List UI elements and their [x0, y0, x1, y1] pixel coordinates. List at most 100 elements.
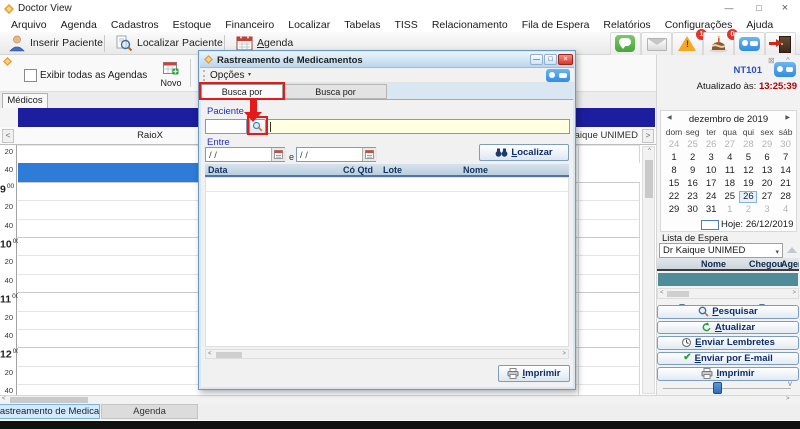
- birthdays-button[interactable]: 0: [703, 29, 738, 56]
- calendar-day[interactable]: 14: [777, 165, 795, 177]
- dialog-scroll-thumb[interactable]: [216, 351, 242, 358]
- horizontal-scrollbar[interactable]: < >: [0, 395, 800, 404]
- tab-busca-medicamentos[interactable]: Busca por Medicamentos: [284, 84, 387, 111]
- calendar-today-label[interactable]: Hoje: 26/12/2019: [721, 219, 793, 230]
- calendar-day[interactable]: 2: [739, 204, 757, 216]
- calendar-day[interactable]: 23: [684, 191, 702, 203]
- calendar-next-icon[interactable]: ▶: [785, 114, 790, 121]
- calendar-day[interactable]: 13: [758, 165, 776, 177]
- calendar-day[interactable]: 18: [721, 178, 739, 190]
- close-button[interactable]: ×: [774, 2, 796, 16]
- dialog-maximize-button[interactable]: □: [544, 54, 557, 65]
- calendar-day[interactable]: 24: [665, 139, 683, 151]
- calendar-day[interactable]: 27: [758, 191, 776, 203]
- menu-item-relacionamento[interactable]: Relacionamento: [425, 18, 515, 32]
- dialog-close-button[interactable]: ×: [558, 54, 573, 65]
- scroll-left-icon[interactable]: <: [208, 351, 212, 357]
- calendar-day[interactable]: 2: [684, 152, 702, 164]
- calendar-day[interactable]: 3: [702, 152, 720, 164]
- atualizar-button[interactable]: Atualizar: [657, 320, 799, 334]
- calendar-day[interactable]: 4: [777, 204, 795, 216]
- results-table-body[interactable]: [205, 177, 569, 347]
- patient-code-input[interactable]: [205, 119, 247, 134]
- exit-button[interactable]: [765, 32, 796, 56]
- calendar-day[interactable]: 21: [777, 178, 795, 190]
- wait-scroll-thumb[interactable]: [667, 291, 689, 297]
- bottom-tab-agenda[interactable]: Agenda: [101, 404, 198, 419]
- localizar-button[interactable]: Localizar: [479, 144, 569, 161]
- menu-item-cadastros[interactable]: Cadastros: [104, 18, 166, 32]
- wait-list-scrollbar[interactable]: < >: [657, 288, 799, 299]
- calendar-day[interactable]: 8: [665, 165, 683, 177]
- menu-item-arquivo[interactable]: Arquivo: [4, 18, 54, 32]
- maximize-button[interactable]: □: [748, 2, 770, 16]
- dialog-scrollbar[interactable]: < >: [205, 349, 569, 359]
- print-button[interactable]: Imprimir: [498, 365, 570, 382]
- doctor-dropdown[interactable]: Dr Kaique UNIMED ▾: [659, 243, 783, 258]
- dialog-contacts-icon[interactable]: [546, 69, 570, 82]
- horizontal-scroll-thumb[interactable]: [10, 397, 88, 403]
- calendar-day[interactable]: 26: [702, 139, 720, 151]
- menu-item-tabelas[interactable]: Tabelas: [337, 18, 387, 32]
- wait-list-row[interactable]: [658, 273, 798, 286]
- calendar-day[interactable]: 20: [758, 178, 776, 190]
- scroll-up-icon[interactable]: ^: [643, 148, 656, 154]
- collapse-handle-icon[interactable]: [787, 247, 797, 253]
- pesquisar-button[interactable]: Pesquisar: [657, 305, 799, 319]
- calendar-day[interactable]: 19: [739, 178, 757, 190]
- date-from-picker-icon[interactable]: [271, 148, 286, 161]
- calendar-day[interactable]: 16: [684, 178, 702, 190]
- menu-item-agenda[interactable]: Agenda: [54, 18, 104, 32]
- menu-item-relatórios[interactable]: Relatórios: [596, 18, 657, 32]
- col-co-qtd[interactable]: Có Qtd: [343, 165, 373, 175]
- col-nome[interactable]: Nome: [463, 165, 488, 175]
- options-menu[interactable]: Opções: [210, 70, 244, 81]
- enviar-lembretes-button[interactable]: Enviar Lembretes: [657, 336, 799, 350]
- calendar-day[interactable]: 15: [665, 178, 683, 190]
- bottom-tab-rastreamento[interactable]: Rastreamento de Medicamentos: [0, 404, 100, 419]
- calendar-day[interactable]: 25: [684, 139, 702, 151]
- calendar-day[interactable]: 1: [665, 152, 683, 164]
- calendar-day[interactable]: 30: [684, 204, 702, 216]
- sidebar-contacts-icon[interactable]: [774, 62, 796, 77]
- calendar-day[interactable]: 7: [777, 152, 795, 164]
- calendar-day[interactable]: 28: [777, 191, 795, 203]
- enviar-por-e-mail-button[interactable]: ✔ Enviar por E-mail: [657, 351, 799, 365]
- calendar-day[interactable]: 5: [739, 152, 757, 164]
- menu-item-financeiro[interactable]: Financeiro: [218, 18, 281, 32]
- calendar-day[interactable]: 30: [777, 139, 795, 151]
- date-from-input[interactable]: / /: [205, 147, 286, 162]
- calendar-day[interactable]: 11: [721, 165, 739, 177]
- patient-name-input[interactable]: [267, 119, 570, 134]
- imprimir-button[interactable]: Imprimir: [657, 367, 799, 381]
- calendar-day[interactable]: 31: [702, 204, 720, 216]
- calendar-day[interactable]: 28: [739, 139, 757, 151]
- scroll-right-icon[interactable]: >: [792, 290, 796, 296]
- calendar-day[interactable]: 17: [702, 178, 720, 190]
- minimize-button[interactable]: —: [718, 2, 740, 16]
- menu-item-fila-de-espera[interactable]: Fila de Espera: [515, 18, 597, 32]
- scroll-down-icon[interactable]: v: [788, 379, 792, 388]
- zoom-slider-thumb[interactable]: [713, 382, 722, 394]
- chat-button[interactable]: [610, 32, 641, 56]
- tab-medicos[interactable]: Médicos: [2, 93, 48, 108]
- scroll-right-icon[interactable]: >: [562, 351, 566, 357]
- scroll-right-icon[interactable]: >: [786, 396, 790, 402]
- calendar-day[interactable]: 29: [665, 204, 683, 216]
- date-to-input[interactable]: / /: [296, 147, 377, 162]
- vertical-scroll-thumb[interactable]: [645, 160, 653, 198]
- insert-patient-button[interactable]: Inserir Paciente: [4, 33, 107, 53]
- calendar-day[interactable]: 9: [684, 165, 702, 177]
- calendar-day[interactable]: 24: [702, 191, 720, 203]
- menu-item-localizar[interactable]: Localizar: [281, 18, 337, 32]
- calendar-day[interactable]: 3: [758, 204, 776, 216]
- calendar-day[interactable]: 29: [758, 139, 776, 151]
- new-agenda-button[interactable]: Novo: [158, 78, 184, 88]
- dialog-minimize-button[interactable]: —: [530, 54, 543, 65]
- date-to-picker-icon[interactable]: [362, 148, 377, 161]
- scroll-left-button[interactable]: <: [2, 129, 14, 143]
- calendar-day[interactable]: 4: [721, 152, 739, 164]
- col-lote[interactable]: Lote: [383, 165, 402, 175]
- calendar-day[interactable]: 27: [721, 139, 739, 151]
- alerts-button[interactable]: ! 1: [672, 29, 707, 56]
